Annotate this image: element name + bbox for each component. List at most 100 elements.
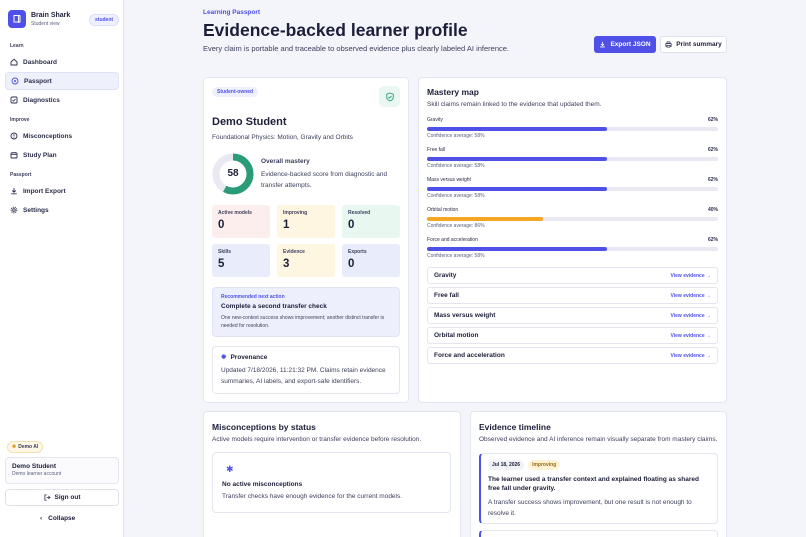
passport-icon <box>11 77 19 85</box>
page-title: Evidence-backed learner profile <box>203 20 468 40</box>
sidebar: Brain Shark Student view student Learn D… <box>0 0 124 537</box>
stat-resolved: Resolved 0 <box>342 205 400 238</box>
timeline-date: Jul 18, 2026 <box>488 460 525 470</box>
evidence-row-gravity: Gravity View evidence → <box>427 267 718 284</box>
sidebar-item-passport[interactable]: Passport <box>5 72 119 90</box>
stat-value: 0 <box>348 258 355 270</box>
sparkle-icon: ✱ <box>226 464 234 474</box>
page-subtitle: Every claim is portable and traceable to… <box>203 44 510 53</box>
student-name: Demo Student <box>212 116 287 128</box>
mastery-score: 58 <box>227 168 239 179</box>
timeline-entry[interactable] <box>479 530 718 537</box>
sidebar-item-misconceptions[interactable]: Misconceptions <box>5 127 119 145</box>
stat-evidence: Evidence 3 <box>277 244 335 277</box>
skill-progress-track <box>427 157 718 161</box>
sparkle-icon: ✹ <box>221 354 227 361</box>
view-evidence-link[interactable]: View evidence → <box>671 273 711 279</box>
timeline-title: Evidence timeline <box>479 422 551 432</box>
view-evidence-link[interactable]: View evidence → <box>671 353 711 359</box>
stat-skills: Skills 5 <box>212 244 270 277</box>
skill-row-orbital-motion: Orbital motion 40% Confidence average: 8… <box>427 207 718 237</box>
next-action-description: One new-context success shows improvemen… <box>221 315 385 329</box>
nav-section-improve: Improve <box>10 117 30 123</box>
skill-confidence: Confidence average: 58% <box>427 193 485 199</box>
skill-progress-track <box>427 187 718 191</box>
sidebar-item-label: Misconceptions <box>23 132 73 140</box>
sidebar-item-dashboard[interactable]: Dashboard <box>5 53 119 71</box>
next-action-eyebrow: Recommended next action <box>221 294 285 300</box>
view-evidence-link[interactable]: View evidence → <box>671 293 711 299</box>
mastery-map-title: Mastery map <box>427 87 479 97</box>
skill-row-free-fall: Free fall 62% Confidence average: 58% <box>427 147 718 177</box>
skill-row-force-and-acceleration: Force and acceleration 62% Confidence av… <box>427 237 718 267</box>
book-icon <box>8 10 26 28</box>
stat-label: Resolved <box>348 210 371 216</box>
user-name: Demo Student <box>12 463 57 470</box>
sidebar-item-settings[interactable]: Settings <box>5 201 119 219</box>
gear-icon <box>10 206 18 214</box>
skill-confidence: Confidence average: 58% <box>427 163 485 169</box>
sign-out-button[interactable]: Sign out <box>5 489 119 506</box>
evidence-skill-name: Orbital motion <box>434 332 479 339</box>
evidence-row-force-and-acceleration: Force and acceleration View evidence → <box>427 347 718 364</box>
skill-name: Orbital motion <box>427 207 459 213</box>
user-card: Demo Student Demo learner account <box>5 457 119 484</box>
stat-value: 1 <box>283 219 290 231</box>
timeline-entry-title: The learner used a transfer context and … <box>488 476 699 492</box>
skill-percent: 62% <box>707 117 718 123</box>
skill-progress-fill <box>427 157 608 161</box>
sidebar-item-study-plan[interactable]: Study Plan <box>5 146 119 164</box>
skill-percent: 62% <box>707 177 718 183</box>
stat-active-models: Active models 0 <box>212 205 270 238</box>
timeline-entry[interactable]: Jul 18, 2026 Improving The learner used … <box>479 453 718 524</box>
stat-label: Active models <box>218 210 252 216</box>
sidebar-item-label: Study Plan <box>23 151 57 159</box>
sidebar-item-label: Import Export <box>23 187 66 195</box>
sidebar-item-label: Passport <box>24 77 52 85</box>
sidebar-item-label: Settings <box>23 206 49 214</box>
skill-percent: 62% <box>707 237 718 243</box>
skill-name: Gravity <box>427 117 443 123</box>
brand-subtitle: Student view <box>31 20 60 27</box>
sparkle-icon: ✹ <box>12 444 17 450</box>
view-evidence-link[interactable]: View evidence → <box>671 333 711 339</box>
skill-progress-fill <box>427 217 544 221</box>
skill-progress-track <box>427 247 718 251</box>
print-summary-button[interactable]: Print summary <box>660 36 727 53</box>
misconceptions-title: Misconceptions by status <box>212 422 316 432</box>
view-evidence-link[interactable]: View evidence → <box>671 313 711 319</box>
next-action-title: Complete a second transfer check <box>221 303 327 310</box>
role-badge: student <box>89 14 120 26</box>
stat-label: Evidence <box>283 249 305 255</box>
download-icon <box>599 41 606 48</box>
evidence-row-free-fall: Free fall View evidence → <box>427 287 718 304</box>
nav-section-learn: Learn <box>10 43 24 49</box>
collapse-button[interactable]: ‹ Collapse <box>40 515 75 522</box>
sidebar-item-diagnostics[interactable]: Diagnostics <box>5 91 119 109</box>
export-json-button[interactable]: Export JSON <box>594 36 656 53</box>
skill-name: Force and acceleration <box>427 237 478 243</box>
stat-value: 3 <box>283 258 290 270</box>
timeline-subtitle: Observed evidence and AI inference remai… <box>479 436 718 443</box>
timeline-entry-description: A transfer success shows improvement, bu… <box>488 499 692 517</box>
user-subtitle: Demo learner account <box>12 471 62 477</box>
brand[interactable]: Brain Shark Student view <box>8 10 70 28</box>
skill-progress-track <box>427 217 718 221</box>
printer-icon <box>665 41 672 48</box>
empty-state-description: Transfer checks have enough evidence for… <box>222 493 403 500</box>
nav-section-passport: Passport <box>10 172 32 178</box>
brand-title: Brain Shark <box>31 11 71 19</box>
evidence-row-mass-versus-weight: Mass versus weight View evidence → <box>427 307 718 324</box>
empty-state-title: No active misconceptions <box>222 481 303 488</box>
calendar-icon <box>10 151 18 159</box>
mastery-map-subtitle: Skill claims remain linked to the eviden… <box>427 101 602 108</box>
misconceptions-icon <box>10 132 18 140</box>
stat-exports: Exports 0 <box>342 244 400 277</box>
sidebar-item-import-export[interactable]: Import Export <box>5 182 119 200</box>
evidence-row-orbital-motion: Orbital motion View evidence → <box>427 327 718 344</box>
skill-row-gravity: Gravity 62% Confidence average: 58% <box>427 117 718 147</box>
logout-icon <box>43 494 51 501</box>
next-action-card[interactable]: Recommended next action Complete a secon… <box>212 287 400 337</box>
stat-label: Improving <box>283 210 308 216</box>
evidence-skill-name: Gravity <box>434 272 457 279</box>
